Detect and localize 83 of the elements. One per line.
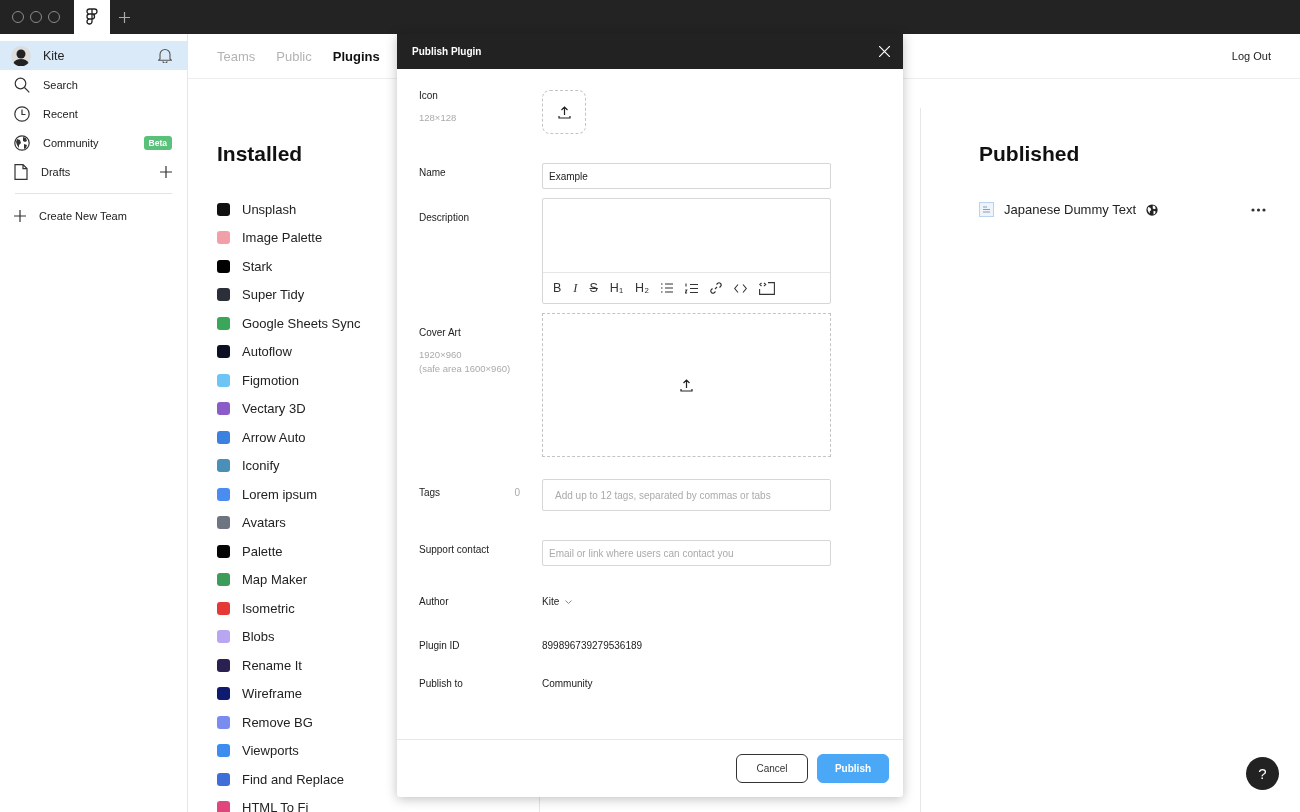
logo-icon: [86, 8, 98, 26]
field-label: Description: [419, 212, 471, 223]
italic-button[interactable]: I: [573, 280, 578, 296]
chevron-down-icon: [565, 599, 573, 604]
add-tab-icon[interactable]: [119, 11, 130, 23]
sidebar-item[interactable]: Community Beta: [0, 128, 187, 157]
strikethrough-button[interactable]: S: [589, 281, 598, 295]
create-team-item[interactable]: Create New Team: [0, 201, 187, 230]
plugin-item[interactable]: HTML To Fi: [217, 793, 539, 812]
sidebar-item[interactable]: Drafts: [0, 157, 187, 186]
plugin-item[interactable]: Avatars: [217, 508, 539, 537]
tags-field[interactable]: Add up to 12 tags, separated by commas or tabs: [542, 479, 831, 511]
help-button[interactable]: ?: [1246, 757, 1279, 790]
field-label: Name: [419, 167, 447, 178]
plugin-name[interactable]: Japanese Dummy Text: [1004, 202, 1136, 217]
plugin-item[interactable]: Remove BG: [217, 708, 539, 737]
field-label: Icon: [419, 90, 439, 101]
field-label: Tags: [419, 487, 441, 500]
tag-count: 0: [514, 487, 520, 500]
cancel-button[interactable]: Cancel: [736, 754, 808, 783]
numbered-list-icon[interactable]: [685, 282, 698, 294]
plugin-item[interactable]: Rename It: [217, 651, 539, 680]
globe-icon: [14, 134, 30, 151]
link-icon[interactable]: [710, 282, 722, 294]
bell-icon[interactable]: [158, 48, 172, 63]
plugin-id-value: 899896739279536189: [542, 640, 643, 651]
sidebar-item[interactable]: Search: [0, 70, 187, 99]
sidebar-label: Create New Team: [39, 209, 128, 222]
name-field[interactable]: Example: [542, 163, 831, 189]
globe-icon: [1146, 203, 1158, 216]
field-label: Author: [419, 596, 450, 607]
plugin-item[interactable]: Stark: [217, 252, 539, 281]
bold-button[interactable]: B: [553, 281, 562, 295]
field-label: Support contact: [419, 544, 491, 555]
bullet-list-icon[interactable]: [661, 283, 673, 293]
section-title: Installed: [217, 142, 304, 166]
support-contact-field[interactable]: Email or link where users can contact you: [542, 540, 831, 566]
plugin-item[interactable]: Iconify: [217, 451, 539, 480]
icon-upload-area[interactable]: [542, 90, 586, 134]
plugin-item[interactable]: Image Palette: [217, 223, 539, 252]
plugin-item[interactable]: Super Tidy: [217, 280, 539, 309]
sidebar-item[interactable]: Kite: [0, 41, 187, 70]
plugin-item[interactable]: Viewports: [217, 736, 539, 765]
heading-button[interactable]: H₂: [635, 281, 649, 295]
add-icon[interactable]: [160, 165, 172, 178]
heading-button[interactable]: H₁: [609, 281, 624, 295]
size-hint: (safe area 1600×960): [419, 363, 512, 374]
size-hint: 128×128: [419, 112, 458, 123]
close-icon[interactable]: [879, 46, 890, 57]
sidebar-label: Kite: [43, 48, 66, 63]
search-icon: [14, 76, 30, 93]
avatar-icon: [11, 45, 31, 66]
more-icon[interactable]: [1251, 207, 1266, 212]
size-hint: 1920×960: [419, 349, 463, 360]
logout-link[interactable]: Log Out: [1231, 50, 1271, 62]
sidebar-label: Drafts: [41, 165, 72, 178]
document-icon: [979, 202, 994, 217]
upload-icon: [557, 105, 571, 119]
sidebar-item[interactable]: Recent: [0, 99, 187, 128]
field-label: Plugin ID: [419, 640, 461, 651]
field-label: Cover Art: [419, 327, 462, 338]
code-block-icon[interactable]: [759, 281, 775, 295]
section-title: Published: [979, 142, 1081, 166]
description-editor[interactable]: B I S H₁ H₂: [542, 198, 831, 304]
plugin-item[interactable]: Vectary 3D: [217, 394, 539, 423]
clock-icon: [14, 105, 30, 122]
nav-tab[interactable]: Plugins: [332, 48, 380, 64]
author-dropdown[interactable]: Kite: [542, 596, 573, 607]
plugin-item[interactable]: Arrow Auto: [217, 423, 539, 452]
code-icon[interactable]: [734, 283, 747, 293]
field-label: Publish to: [419, 678, 464, 689]
beta-badge: Beta: [143, 135, 172, 150]
upload-icon: [680, 378, 693, 392]
sidebar-label: Community: [43, 136, 100, 149]
publish-target-value: Community: [542, 678, 593, 689]
plugin-item[interactable]: Find and Replace: [217, 765, 539, 794]
document-icon: [14, 163, 28, 180]
home-tab[interactable]: [74, 0, 110, 34]
sidebar-label: Recent: [43, 107, 79, 120]
plugin-item[interactable]: Map Maker: [217, 565, 539, 594]
add-icon: [14, 209, 26, 222]
dialog-title: Publish Plugin: [412, 46, 482, 57]
sidebar-label: Search: [43, 78, 79, 91]
